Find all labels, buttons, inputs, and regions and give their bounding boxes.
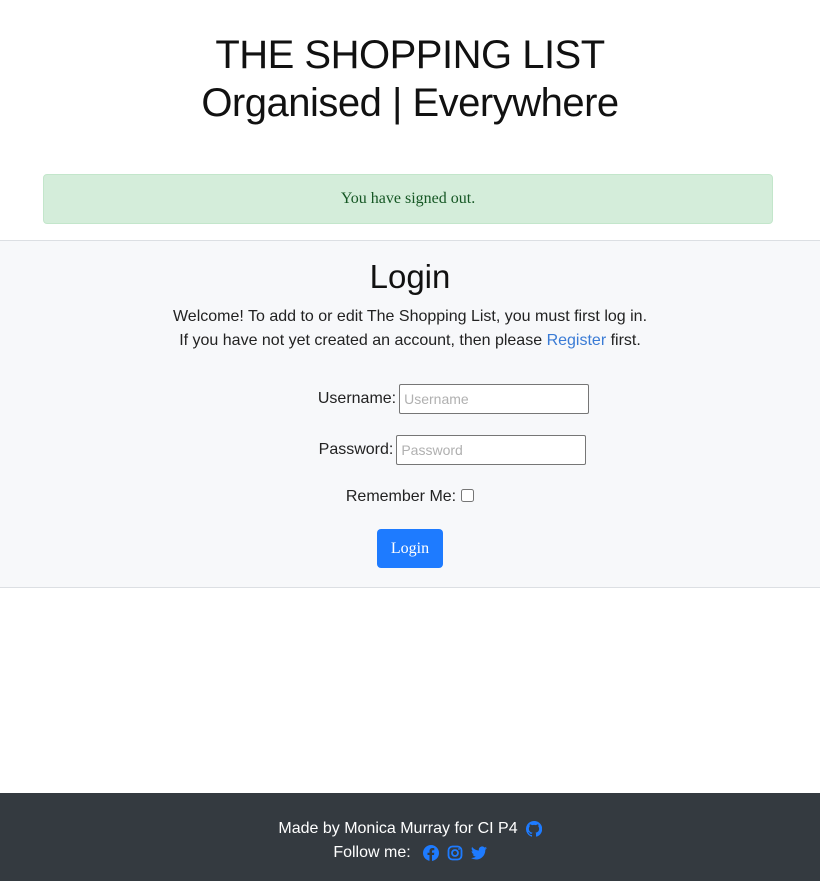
login-button[interactable]: Login [377,529,443,568]
intro-line-2-prefix: If you have not yet created an account, … [179,332,543,349]
follow-line: Follow me: [0,841,820,865]
instagram-icon[interactable] [447,845,463,861]
username-input[interactable] [399,384,590,414]
remember-checkbox[interactable] [461,488,475,502]
password-input[interactable] [396,435,587,465]
login-form: Username: Password: Remember Me: Login [0,384,820,568]
intro-text: Welcome! To add to or edit The Shopping … [0,305,820,353]
login-heading: Login [369,258,451,295]
intro-line-1: Welcome! To add to or edit The Shopping … [172,308,648,325]
register-link[interactable]: Register [547,332,607,349]
remember-label: Remember Me: [345,488,457,505]
facebook-icon[interactable] [422,845,439,861]
password-row: Password: [85,435,820,465]
intro-line-2-suffix: first. [610,332,641,349]
site-header: THE SHOPPING LIST Organised | Everywhere [0,0,820,174]
credit-text: Made by Monica Murray for CI P4 [278,820,518,837]
username-label: Username: [317,390,397,407]
twitter-icon[interactable] [470,845,487,861]
signed-out-alert: You have signed out. [43,174,773,224]
github-icon[interactable] [525,821,542,837]
username-row: Username: [87,384,820,414]
alert-message: You have signed out. [340,190,476,207]
password-label: Password: [318,441,394,458]
site-footer: Made by Monica Murray for CI P4 Follow m… [0,793,820,881]
site-title: THE SHOPPING LIST [215,33,605,77]
remember-row: Remember Me: [0,488,820,506]
follow-label: Follow me: [333,844,411,861]
login-section: Login Welcome! To add to or edit The Sho… [0,240,820,588]
credit-line: Made by Monica Murray for CI P4 [0,817,820,841]
site-tagline: Organised | Everywhere [201,81,619,125]
